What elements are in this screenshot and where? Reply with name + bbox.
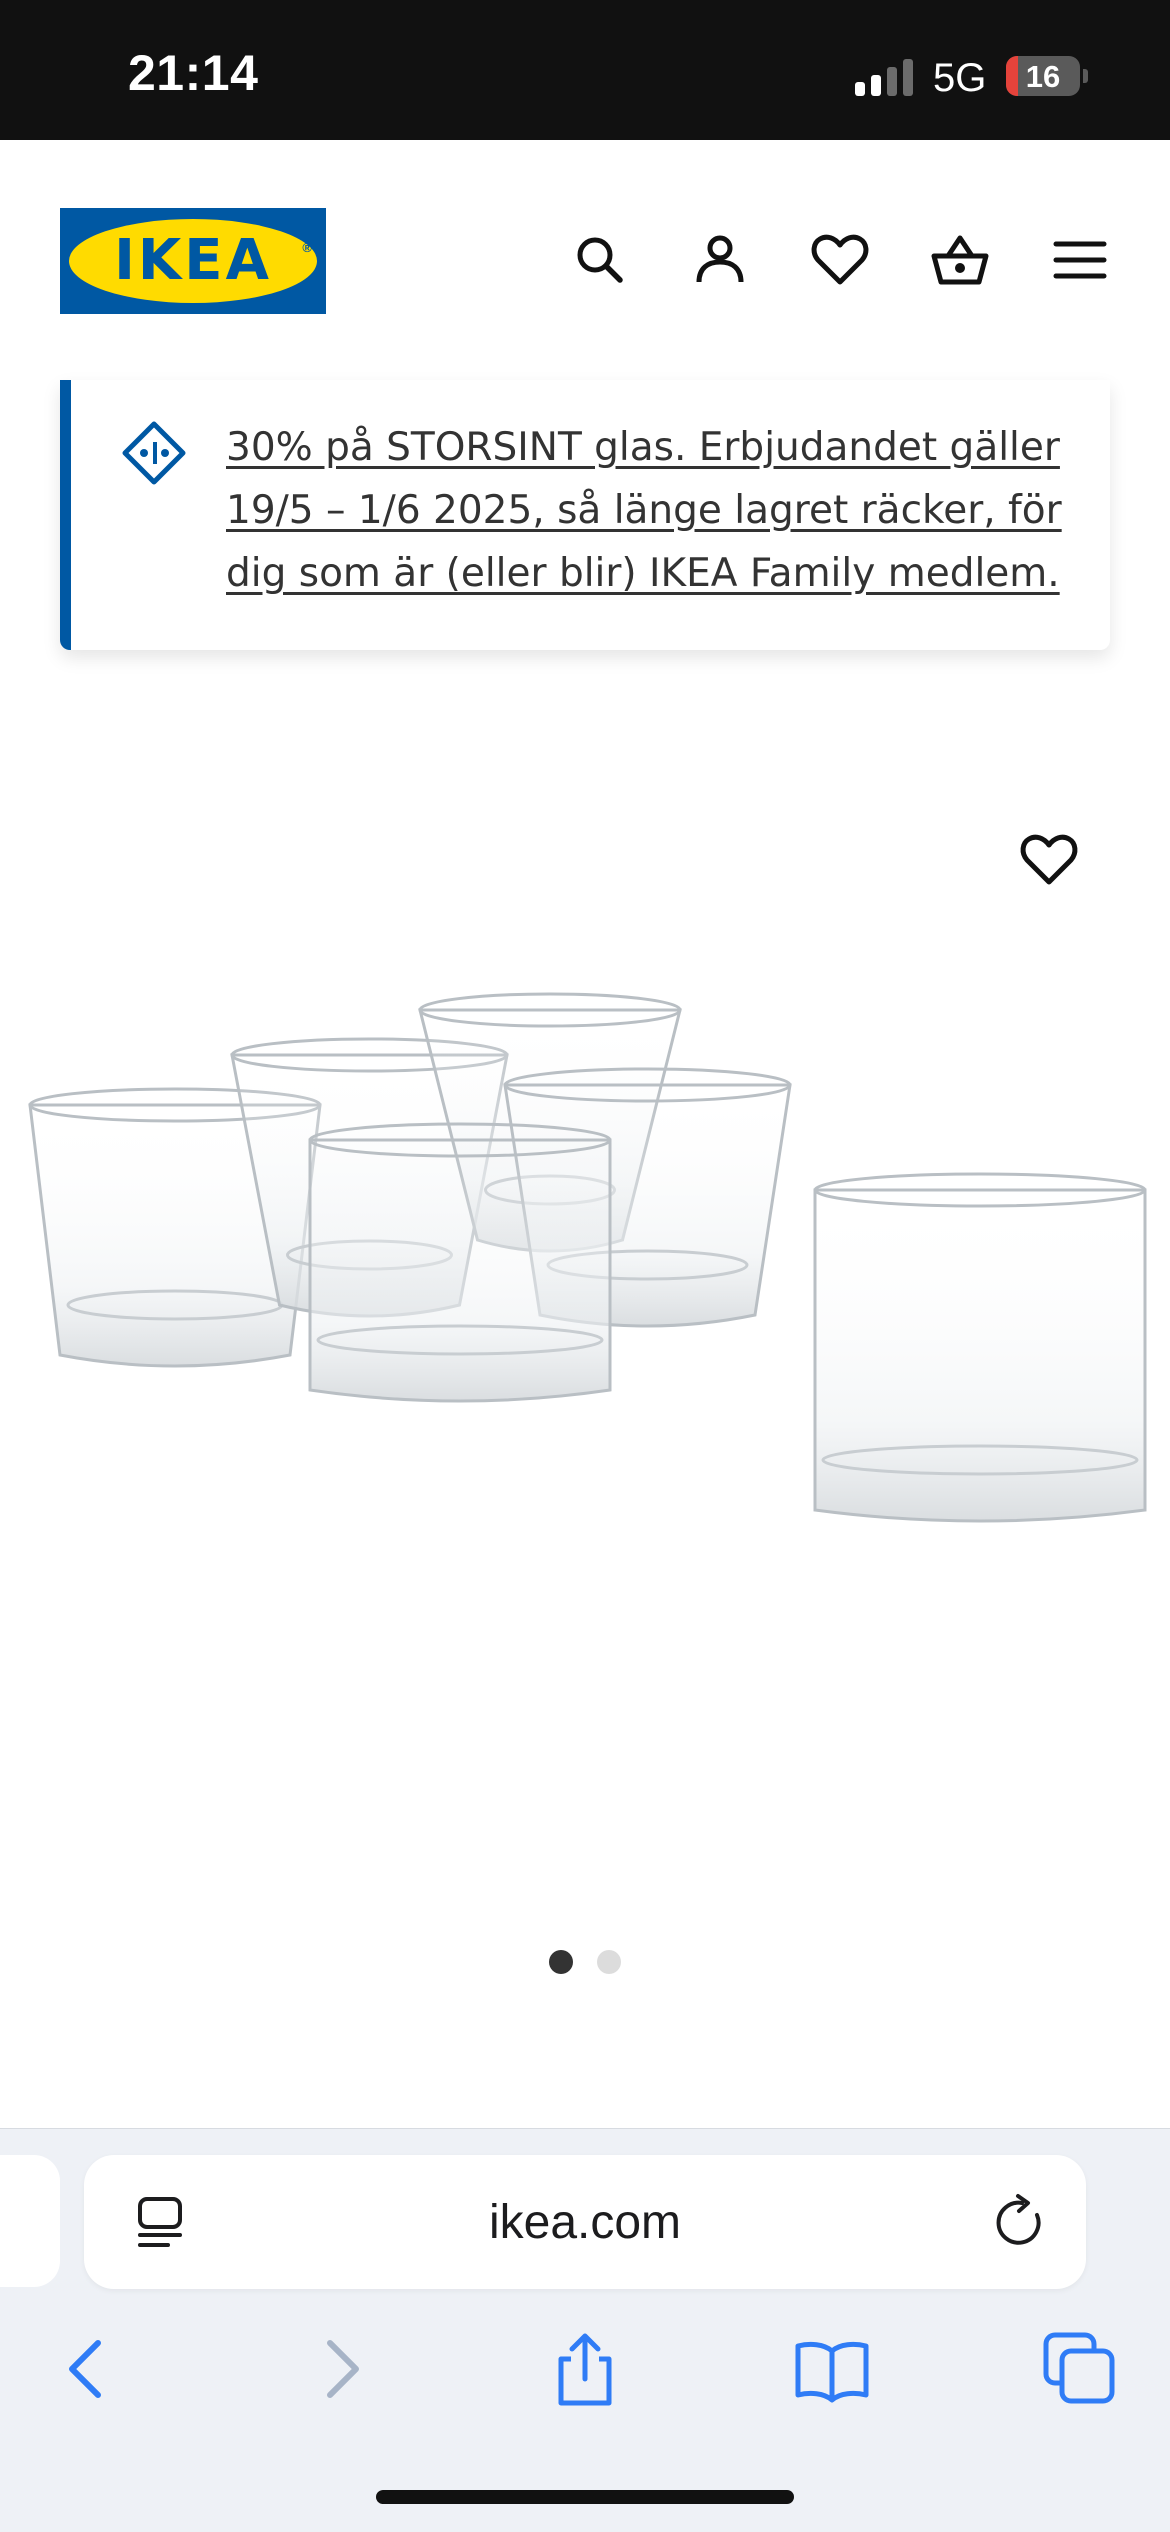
screen: 21:14 5G 16 IKEA ® 30% på STORSINT glas.… [0,0,1170,2532]
add-to-favorites-button[interactable] [1018,830,1080,890]
glass-tumbler [308,1122,612,1403]
back-icon[interactable] [48,2329,128,2409]
glass-tumbler [813,1172,1147,1523]
status-bar: 21:14 5G 16 [0,0,1170,140]
promo-text[interactable]: 30% på STORSINT glas. Erbjudandet gäller… [226,416,1086,605]
carousel-dot[interactable] [549,1950,573,1974]
battery-tip [1083,69,1088,83]
menu-icon[interactable] [1050,230,1110,290]
forward-icon[interactable] [300,2329,380,2409]
favorites-icon[interactable] [810,230,870,290]
previous-tab-peek[interactable] [0,2155,60,2287]
reload-icon[interactable] [992,2193,1048,2251]
status-time: 21:14 [128,45,259,101]
battery-level: 16 [1025,59,1061,94]
url-text[interactable]: ikea.com [84,2195,1086,2250]
search-icon[interactable] [570,230,630,290]
cart-icon[interactable] [930,230,990,290]
promo-banner[interactable]: 30% på STORSINT glas. Erbjudandet gäller… [60,380,1110,650]
address-bar[interactable]: ikea.com [84,2155,1086,2289]
tabs-icon[interactable] [1040,2329,1120,2409]
logo-registered-mark: ® [302,240,312,255]
site-header: IKEA ® [0,140,1170,380]
account-icon[interactable] [690,230,750,290]
ikea-logo[interactable]: IKEA ® [60,208,326,314]
carousel-dot[interactable] [597,1950,621,1974]
product-image[interactable] [0,960,1170,1680]
home-indicator [376,2490,794,2504]
battery-icon: 16 [1006,56,1080,96]
share-icon[interactable] [545,2329,625,2409]
logo-text: IKEA [114,228,272,293]
heart-icon [1020,834,1078,885]
family-tag-icon [121,420,187,486]
browser-toolbar: ikea.com [0,2128,1170,2532]
signal-strength-icon [855,58,915,96]
bookmarks-icon[interactable] [792,2329,872,2409]
image-carousel-dots [0,1950,1170,1980]
network-type: 5G [933,56,987,100]
